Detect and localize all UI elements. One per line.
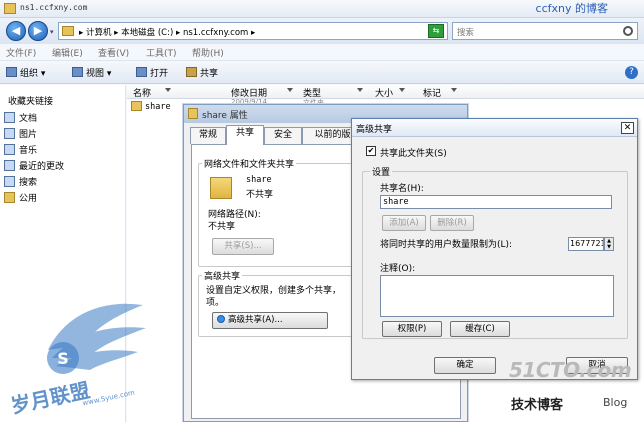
advanced-sharing-title-bar: 高级共享 ✕ [352,119,637,137]
chevron-down-icon[interactable] [399,88,405,92]
folder-share-status: 不共享 [246,190,274,200]
network-path-value: 不共享 [208,222,236,232]
menu-bar: 文件(F) 编辑(E) 查看(V) 工具(T) 帮助(H) [0,44,644,60]
share-button[interactable]: 共享(S)... [212,238,274,255]
advanced-sharing-dialog: 高级共享 ✕ ✔ 共享此文件夹(S) 设置 共享名(H): share 添加(A… [351,118,638,380]
address-path: ▸ 计算机 ▸ 本地磁盘 (C:) ▸ ns1.ccfxny.com ▸ [79,28,256,38]
music-icon [4,144,15,155]
back-button[interactable]: ◀ [6,21,26,41]
pictures-icon [4,128,15,139]
forward-button[interactable]: ▶ [28,21,48,41]
chevron-down-icon[interactable] [451,88,457,92]
folder-icon [210,177,232,199]
user-limit-label: 将同时共享的用户数量限制为(L): [380,240,513,250]
command-toolbar: 组织 ▾ 视图 ▾ 打开 共享 ? [0,60,644,84]
share-name-input[interactable]: share [380,195,612,209]
share-folder-checkbox[interactable]: ✔ [366,146,376,156]
address-bar[interactable]: ▸ 计算机 ▸ 本地磁盘 (C:) ▸ ns1.ccfxny.com ▸ [58,22,448,40]
share-name-label: 共享名(H): [380,184,424,194]
watermark-right-blog: Blog [603,396,628,409]
folder-icon [131,101,142,111]
menu-edit[interactable]: 编辑(E) [52,46,83,59]
column-tags[interactable]: 标记 [423,86,441,99]
advanced-sharing-title: 高级共享 [356,125,393,135]
tab-sharing[interactable]: 共享 [226,125,264,145]
settings-label: 设置 [370,165,393,178]
column-size[interactable]: 大小 [375,86,393,99]
share-folder-label: 共享此文件夹(S) [380,149,447,159]
search-input[interactable]: 搜索 [452,22,638,40]
advanced-sharing-button[interactable]: 高级共享(A)... [212,312,328,329]
history-dropdown-icon[interactable]: ▾ [50,28,54,36]
watermark-left: S 岁月联盟 www.Syue.com [8,300,158,418]
caching-button[interactable]: 缓存(C) [450,321,510,337]
chevron-down-icon[interactable] [165,88,171,92]
search-icon[interactable] [623,26,633,36]
sidebar-item-music[interactable]: 音乐 [4,143,37,158]
refresh-go-button[interactable]: ⇆ [428,24,444,38]
open-icon [136,67,147,77]
column-name[interactable]: 名称 [133,86,151,99]
folder-icon [188,108,198,119]
search-folder-icon [4,176,15,187]
navigation-bar: ◀ ▶ ▾ ▸ 计算机 ▸ 本地磁盘 (C:) ▸ ns1.ccfxny.com… [0,18,644,44]
user-limit-input[interactable]: 16777216 [568,237,604,251]
column-headers: 名称 修改日期 类型 大小 标记 [127,85,644,99]
tab-general[interactable]: 常规 [190,127,226,144]
tab-security[interactable]: 安全 [264,127,302,144]
list-item-share[interactable]: share [131,101,171,112]
recent-changes-icon [4,160,15,171]
sidebar-item-documents[interactable]: 文档 [4,111,37,126]
menu-help[interactable]: 帮助(H) [192,46,224,59]
add-share-button[interactable]: 添加(A) [382,215,426,231]
user-limit-spinner[interactable]: ▲ ▼ [604,237,614,251]
advanced-sharing-label: 高级共享 [202,269,243,282]
documents-icon [4,112,15,123]
organize-icon [6,67,17,77]
close-button[interactable]: ✕ [621,122,634,134]
folder-icon [4,3,16,14]
remove-share-button[interactable]: 删除(R) [430,215,474,231]
views-button[interactable]: 视图 ▾ [72,66,111,79]
views-icon [72,67,83,77]
comment-label: 注释(O): [380,264,416,274]
menu-file[interactable]: 文件(F) [6,46,36,59]
comment-textarea[interactable] [380,275,614,317]
folder-name: share [246,175,272,185]
window-title: ns1.ccfxny.com [20,3,88,12]
sidebar-item-recent[interactable]: 最近的更改 [4,159,64,174]
folder-icon [62,26,74,36]
sidebar-item-pictures[interactable]: 图片 [4,127,37,142]
help-icon[interactable]: ? [625,66,638,79]
chevron-down-icon[interactable] [357,88,363,92]
open-button[interactable]: 打开 [136,66,168,79]
share-toolbar-button[interactable]: 共享 [186,66,218,79]
ok-button[interactable]: 确定 [434,357,496,374]
brand-overlay-text: ccfxny 的博客 [535,2,608,15]
network-sharing-label: 网络文件和文件夹共享 [202,157,297,170]
menu-tools[interactable]: 工具(T) [146,46,177,59]
watermark-right-site: 51CTO.com [509,358,632,382]
sidebar-item-search[interactable]: 搜索 [4,175,37,190]
sidebar-header: 收藏夹链接 [8,97,54,107]
permissions-button[interactable]: 权限(P) [382,321,442,337]
search-placeholder: 搜索 [457,28,475,38]
organize-button[interactable]: 组织 ▾ [6,66,45,79]
watermark-right-tagline: 技术博客 [511,398,564,413]
sidebar-item-public[interactable]: 公用 [4,191,37,206]
menu-view[interactable]: 查看(V) [98,46,129,59]
watermark-right: 51CTO.com 技术博客 Blog [505,356,644,422]
properties-title: share 属性 [202,111,248,121]
svg-text:S: S [57,349,69,368]
advanced-sharing-desc-line2: 项。 [206,298,225,308]
shield-icon [217,315,225,323]
public-folder-icon [4,192,15,203]
advanced-sharing-desc-line1: 设置自定义权限，创建多个共享， [206,286,342,296]
share-icon [186,67,197,77]
chevron-down-icon[interactable] [287,88,293,92]
